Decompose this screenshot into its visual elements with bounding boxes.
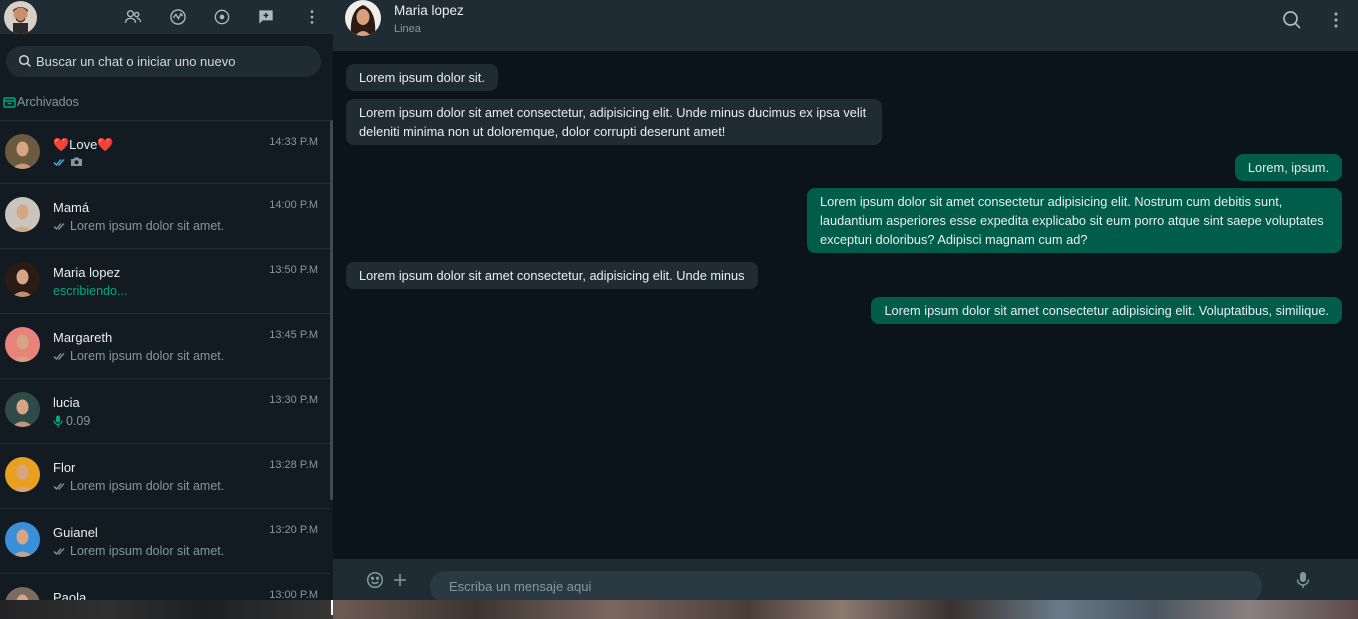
chat-preview: Lorem ipsum dolor sit amet. xyxy=(53,349,224,363)
chat-timestamp: 13:45 P.M xyxy=(269,329,318,341)
chat-avatar xyxy=(5,522,40,557)
chat-avatar xyxy=(5,587,40,600)
chat-preview-text: Lorem ipsum dolor sit amet. xyxy=(70,219,225,233)
chat-name: Mamá xyxy=(53,200,90,215)
search-box xyxy=(6,46,321,77)
chat-avatar xyxy=(5,134,40,169)
chat-list-item[interactable]: Guianel 13:20 P.M Lorem ipsum dolor sit am… xyxy=(0,508,330,573)
chat-preview-text: Lorem ipsum dolor sit amet. xyxy=(70,544,225,558)
chat-preview: Lorem ipsum dolor sit amet. xyxy=(53,544,224,558)
chat-preview: Lorem ipsum dolor sit amet. xyxy=(53,479,224,493)
chat-name: lucia xyxy=(53,395,80,410)
search-icon xyxy=(18,54,32,68)
read-ticks-icon xyxy=(53,548,65,555)
chat-list-item[interactable]: Paola 13:00 P.M xyxy=(0,573,330,600)
message-bubble-outgoing[interactable]: Lorem ipsum dolor sit amet consectetur a… xyxy=(871,297,1342,324)
contact-avatar[interactable] xyxy=(345,0,381,36)
chat-preview: Lorem ipsum dolor sit amet. xyxy=(53,219,224,233)
read-ticks-icon xyxy=(53,223,65,230)
status-icon[interactable] xyxy=(166,5,190,29)
chat-preview-text: 0.09 xyxy=(66,414,91,428)
message-bubble-outgoing[interactable]: Lorem ipsum dolor sit amet consectetur a… xyxy=(807,188,1342,253)
chat-name: Guianel xyxy=(53,525,98,540)
chat-avatar xyxy=(5,327,40,362)
read-ticks-icon xyxy=(53,353,65,360)
chat-list-item[interactable]: Maria lopez 13:50 P.M escribiendo... xyxy=(0,248,330,313)
emoji-icon[interactable] xyxy=(364,569,386,591)
chat-timestamp: 14:00 P.M xyxy=(269,199,318,211)
conversation-panel: Maria lopez Linea Lorem ipsum dolor sit.… xyxy=(333,0,1358,602)
chat-name: ❤️Love❤️ xyxy=(53,137,114,152)
chat-sidebar: Archivados ❤️Love❤️ 14:33 P.M Mamá 14:00 P.… xyxy=(0,0,333,600)
chat-preview-text: Lorem ipsum dolor sit amet. xyxy=(70,349,225,363)
background-wallpaper-strip xyxy=(0,600,1358,619)
chat-preview: escribiendo... xyxy=(53,284,127,298)
chat-name: Paola xyxy=(53,590,87,600)
chat-name: Margareth xyxy=(53,330,113,345)
chat-name: Maria lopez xyxy=(53,265,121,280)
message-bubble-incoming[interactable]: Lorem ipsum dolor sit amet consectetur, … xyxy=(346,99,882,145)
chat-timestamp: 13:20 P.M xyxy=(269,524,318,536)
voice-note-icon xyxy=(53,415,63,427)
chat-list-item[interactable]: lucia 13:30 P.M 0.09 xyxy=(0,378,330,443)
chat-timestamp: 14:33 P.M xyxy=(269,136,318,148)
message-bubble-incoming[interactable]: Lorem ipsum dolor sit amet consectetur, … xyxy=(346,262,758,289)
chat-list-item[interactable]: Margareth 13:45 P.M Lorem ipsum dolor sit … xyxy=(0,313,330,378)
chat-avatar xyxy=(5,457,40,492)
chat-menu-dots-icon[interactable] xyxy=(1325,9,1347,31)
chat-timestamp: 13:50 P.M xyxy=(269,264,318,276)
chat-avatar xyxy=(5,392,40,427)
conversation-header[interactable]: Maria lopez Linea xyxy=(333,0,1358,51)
menu-dots-icon[interactable] xyxy=(300,5,324,29)
communities-icon[interactable] xyxy=(121,5,145,29)
sidebar-header xyxy=(0,0,333,34)
message-composer xyxy=(333,559,1358,602)
channels-icon[interactable] xyxy=(210,5,234,29)
chat-preview xyxy=(53,156,86,167)
new-chat-icon[interactable] xyxy=(254,5,278,29)
message-input[interactable] xyxy=(430,571,1262,602)
chat-avatar xyxy=(5,197,40,232)
chat-timestamp: 13:30 P.M xyxy=(269,394,318,406)
microphone-icon[interactable] xyxy=(1292,569,1314,591)
camera-icon xyxy=(71,157,82,166)
contact-status: Linea xyxy=(394,23,421,35)
search-messages-icon[interactable] xyxy=(1281,9,1303,31)
search-input[interactable] xyxy=(36,46,316,77)
chat-preview: 0.09 xyxy=(53,414,90,428)
message-bubble-outgoing[interactable]: Lorem, ipsum. xyxy=(1234,154,1342,181)
read-ticks-icon xyxy=(53,483,65,490)
read-ticks-icon xyxy=(53,158,65,166)
chat-avatar xyxy=(5,262,40,297)
contact-name: Maria lopez xyxy=(394,3,464,18)
archived-link[interactable]: Archivados xyxy=(3,93,79,111)
chat-list-item[interactable]: Flor 13:28 P.M Lorem ipsum dolor sit amet. xyxy=(0,443,330,508)
message-bubble-incoming[interactable]: Lorem ipsum dolor sit. xyxy=(346,64,498,91)
message-list: Lorem ipsum dolor sit. Lorem ipsum dolor… xyxy=(333,51,1358,559)
attach-plus-icon[interactable] xyxy=(389,569,411,591)
chat-list-item[interactable]: ❤️Love❤️ 14:33 P.M xyxy=(0,120,330,183)
archived-label: Archivados xyxy=(17,95,79,109)
chat-preview-text: Lorem ipsum dolor sit amet. xyxy=(70,479,225,493)
chat-name: Flor xyxy=(53,460,76,475)
archive-icon xyxy=(3,96,16,108)
chat-timestamp: 13:00 P.M xyxy=(269,589,318,600)
chat-timestamp: 13:28 P.M xyxy=(269,459,318,471)
text-cursor xyxy=(331,600,333,615)
chat-preview-text: escribiendo... xyxy=(53,284,128,298)
chat-list-item[interactable]: Mamá 14:00 P.M Lorem ipsum dolor sit amet. xyxy=(0,183,330,248)
chat-list: ❤️Love❤️ 14:33 P.M Mamá 14:00 P.M Lorem ipsu… xyxy=(0,120,330,600)
